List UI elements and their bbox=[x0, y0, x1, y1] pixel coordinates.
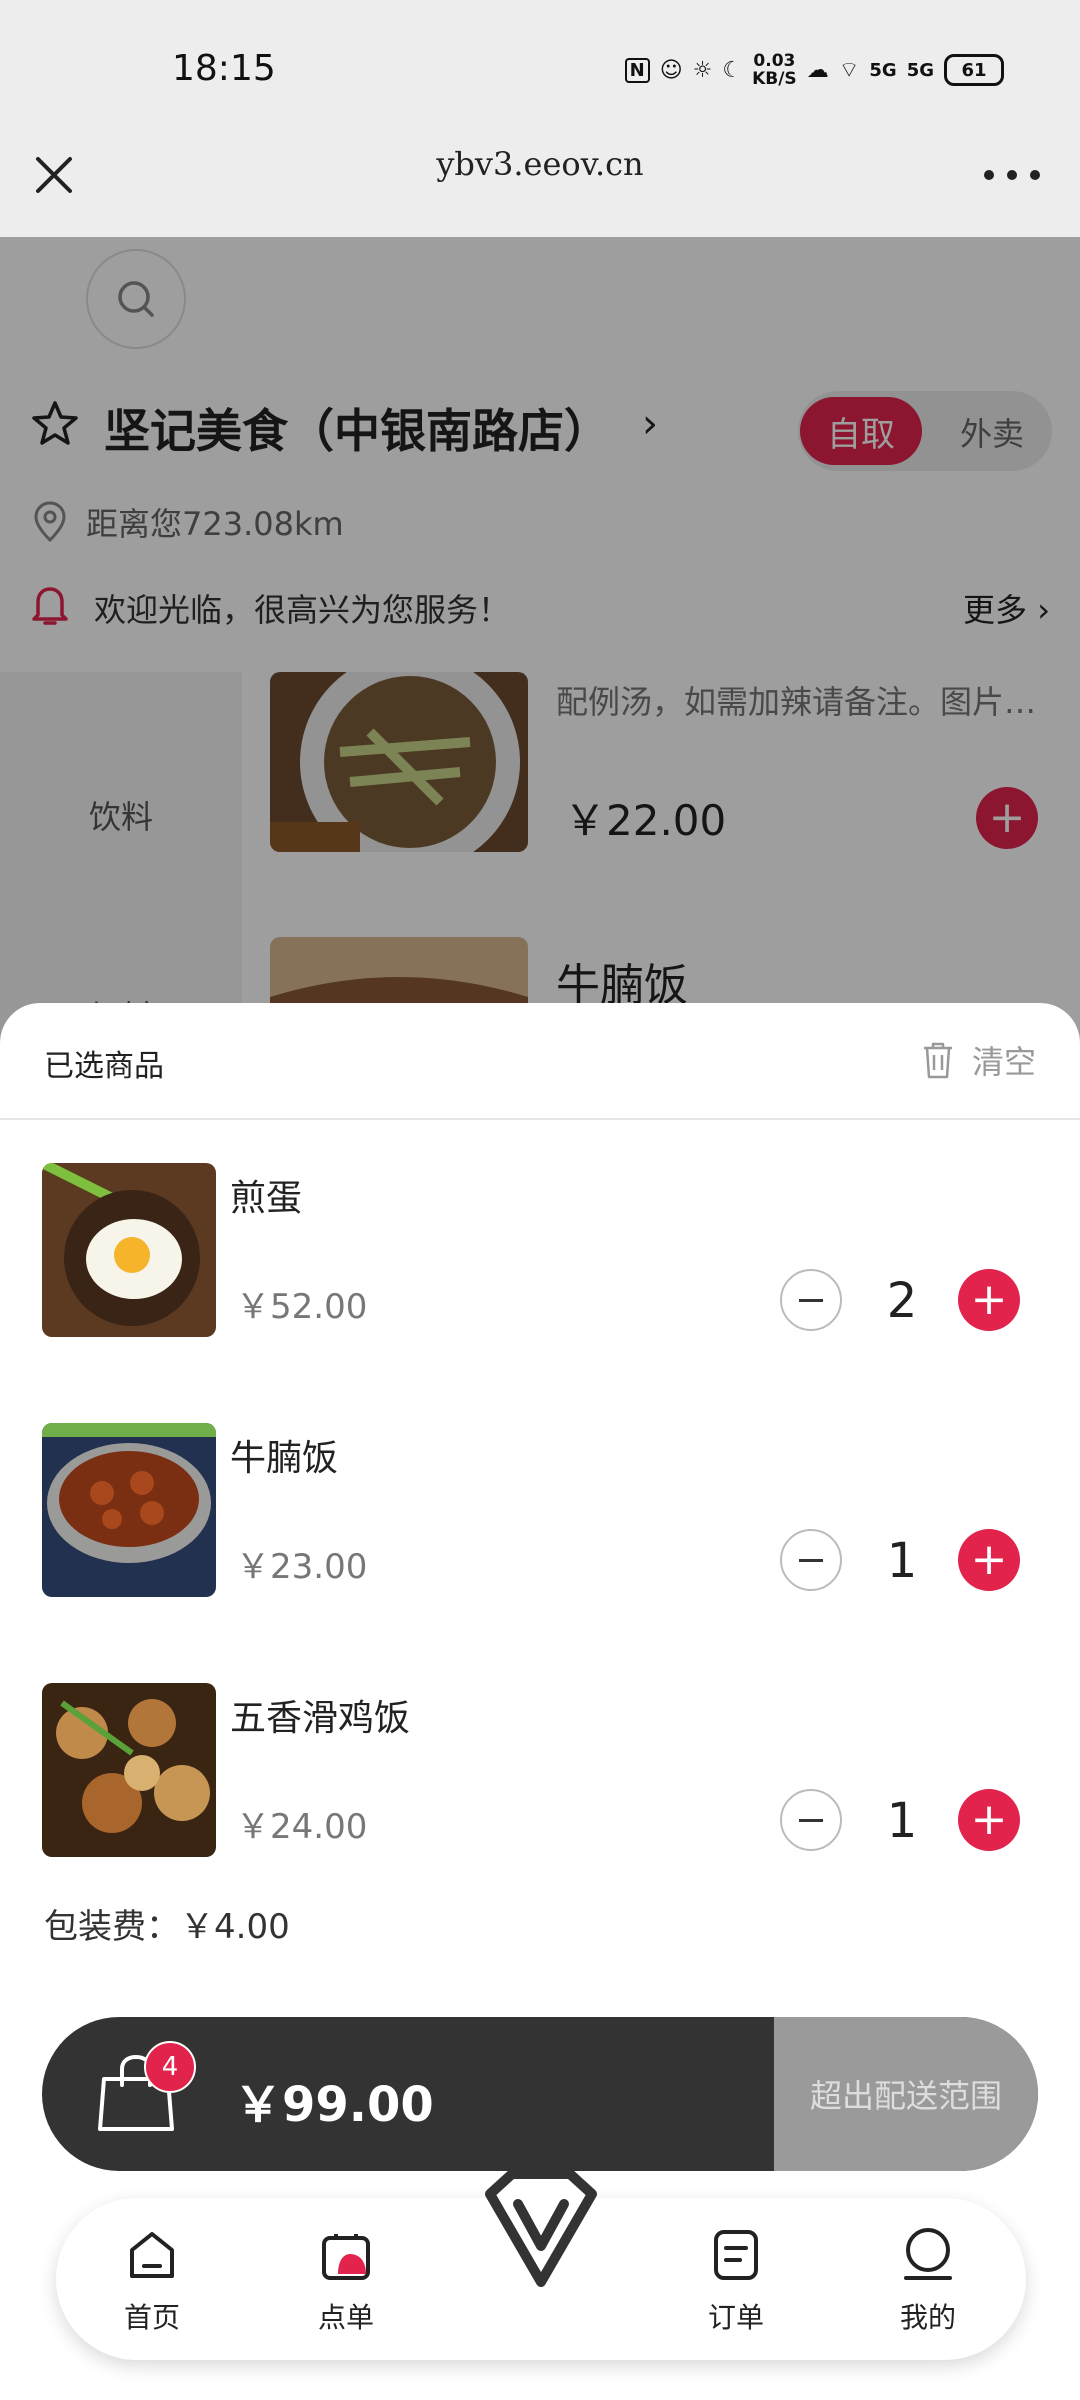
moon-icon: ☾ bbox=[722, 57, 743, 83]
trash-icon bbox=[923, 1042, 952, 1079]
cart-count-badge: 4 bbox=[144, 2041, 196, 2093]
nav-order[interactable]: 点单 bbox=[286, 2224, 406, 2336]
alarm-icon: ☼ bbox=[692, 57, 713, 83]
notification-icon: ☺ bbox=[659, 57, 683, 83]
cart-item: 煎蛋 ￥52.00 2 + bbox=[0, 1163, 1080, 1339]
item-price: ￥52.00 bbox=[236, 1287, 368, 1327]
cart-title: 已选商品 bbox=[44, 1049, 164, 1084]
item-price: ￥24.00 bbox=[236, 1807, 368, 1847]
clear-cart-button[interactable]: 清空 bbox=[920, 1037, 1036, 1083]
item-image bbox=[42, 1423, 216, 1597]
browser-bar: ybv3.eeov.cn bbox=[0, 135, 1080, 237]
nav-mine[interactable]: 我的 bbox=[868, 2224, 988, 2336]
item-quantity: 1 bbox=[886, 1793, 918, 1849]
nav-mine-label: 我的 bbox=[899, 2301, 956, 2334]
nav-orders-label: 订单 bbox=[707, 2301, 764, 2334]
increase-qty-button[interactable]: + bbox=[958, 1269, 1020, 1331]
item-image bbox=[42, 1683, 216, 1857]
signal-icon-2: 5G bbox=[906, 59, 934, 81]
item-name: 五香滑鸡饭 bbox=[230, 1698, 411, 1739]
item-quantity: 1 bbox=[886, 1533, 918, 1589]
cart-header: 已选商品 清空 bbox=[0, 1003, 1080, 1120]
nav-orders[interactable]: 订单 bbox=[676, 2224, 796, 2336]
item-price: ￥23.00 bbox=[236, 1547, 368, 1587]
bottom-nav: 首页 点单 订单 我的 bbox=[56, 2169, 1026, 2360]
minus-icon bbox=[799, 1818, 823, 1822]
nav-home-label: 首页 bbox=[123, 2301, 180, 2334]
order-bag-icon bbox=[322, 2234, 370, 2280]
checkout-button[interactable]: 超出配送范围 bbox=[774, 2017, 1038, 2171]
minus-icon bbox=[799, 1558, 823, 1562]
wifi-icon: ⌔ bbox=[838, 58, 860, 83]
url-text: ybv3.eeov.cn bbox=[436, 145, 644, 183]
decrease-qty-button[interactable] bbox=[780, 1269, 842, 1331]
home-icon bbox=[130, 2232, 174, 2278]
status-time: 18:15 bbox=[172, 48, 276, 89]
increase-qty-button[interactable]: + bbox=[958, 1529, 1020, 1591]
decrease-qty-button[interactable] bbox=[780, 1789, 842, 1851]
minus-icon bbox=[799, 1298, 823, 1302]
decrease-qty-button[interactable] bbox=[780, 1529, 842, 1591]
signal-icon: 5G bbox=[869, 59, 897, 81]
cart-item: 五香滑鸡饭 ￥24.00 1 + bbox=[0, 1683, 1080, 1859]
profile-icon bbox=[904, 2228, 952, 2280]
orders-icon bbox=[714, 2230, 758, 2280]
status-icons: N ☺ ☼ ☾ 0.03 KB/S ☁ ⌔ 5G 5G 61 bbox=[624, 48, 1004, 92]
item-quantity: 2 bbox=[886, 1273, 918, 1329]
packing-fee: 包装费：￥4.00 bbox=[44, 1907, 290, 1947]
hd-icon: ☁ bbox=[806, 57, 829, 83]
status-bar: 18:15 N ☺ ☼ ☾ 0.03 KB/S ☁ ⌔ 5G 5G 61 bbox=[0, 0, 1080, 135]
item-name: 牛腩饭 bbox=[230, 1438, 339, 1479]
more-menu-button[interactable] bbox=[984, 165, 1040, 185]
total-price: ￥99.00 bbox=[234, 2077, 434, 2133]
checkout-bar: 4 ￥99.00 超出配送范围 bbox=[42, 2017, 1038, 2171]
item-image bbox=[42, 1163, 216, 1337]
brand-logo-icon[interactable] bbox=[460, 2164, 622, 2294]
nfc-icon: N bbox=[624, 57, 650, 83]
net-speed: 0.03 KB/S bbox=[752, 51, 797, 89]
increase-qty-button[interactable]: + bbox=[958, 1789, 1020, 1851]
item-name: 煎蛋 bbox=[230, 1178, 303, 1219]
battery-icon: 61 bbox=[944, 54, 1004, 86]
cart-item: 牛腩饭 ￥23.00 1 + bbox=[0, 1423, 1080, 1599]
nav-home[interactable]: 首页 bbox=[92, 2224, 212, 2336]
nav-order-label: 点单 bbox=[317, 2301, 374, 2334]
